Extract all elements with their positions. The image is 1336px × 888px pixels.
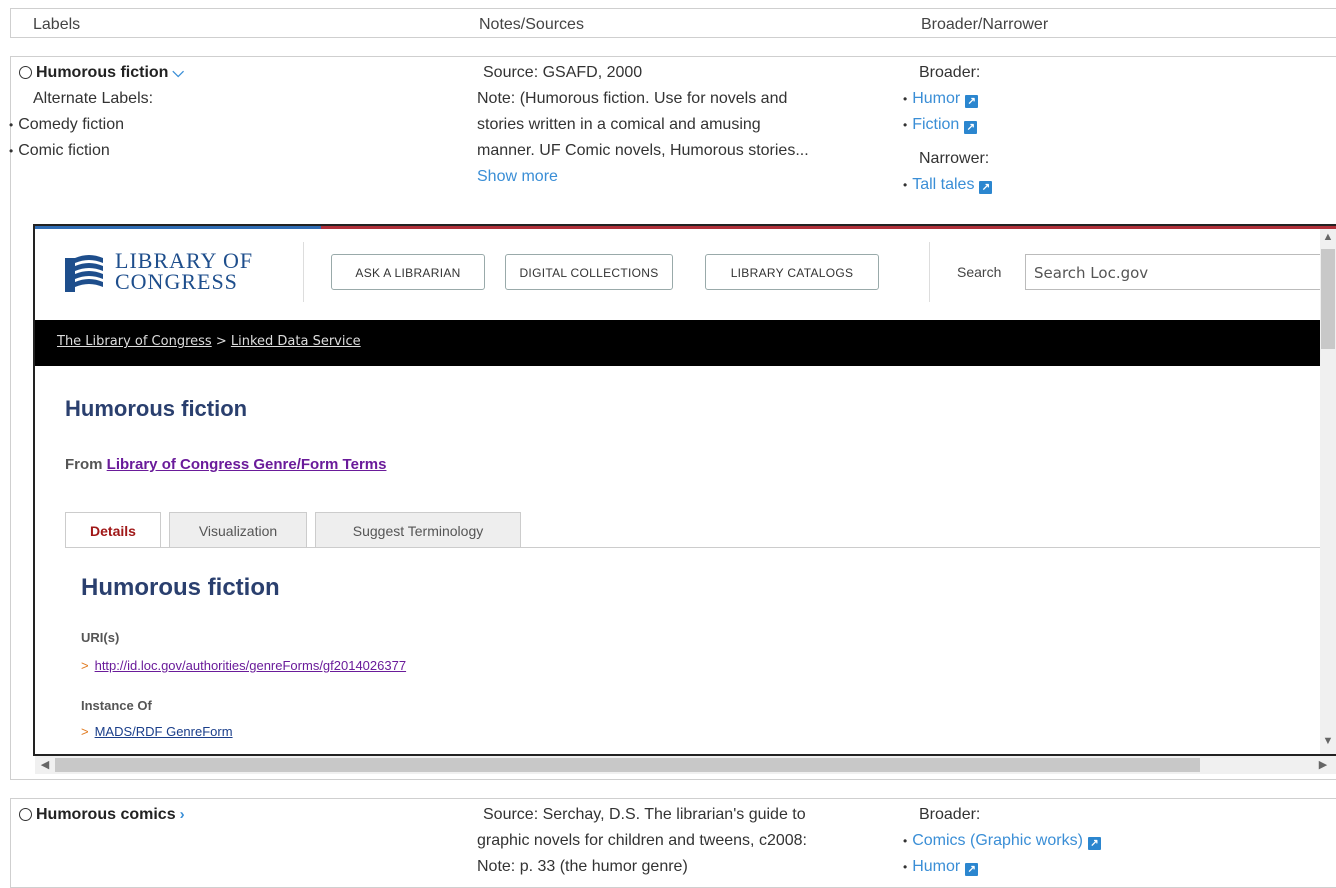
note-line: Note: p. 33 (the humor genre) [477,858,688,875]
term-label: Humorous comics [36,806,176,823]
external-link-icon[interactable]: ↗ [964,121,978,134]
external-link-icon[interactable]: ↗ [965,863,979,876]
horizontal-scrollbar[interactable]: ◀ ▶ [35,756,1336,774]
instance-of-link[interactable]: MADS/RDF GenreForm [95,724,233,739]
breadcrumb-loc-link[interactable]: The Library of Congress [57,334,212,349]
broader-item[interactable]: Fiction↗ [903,112,992,138]
narrower-item[interactable]: Tall tales↗ [903,172,993,198]
broader-item[interactable]: Humor↗ [903,854,1101,880]
scroll-up-icon[interactable]: ▲ [1320,231,1336,243]
note-line: stories written in a comical and amusing [477,116,761,133]
scroll-left-icon[interactable]: ◀ [37,758,53,771]
horizontal-scroll-thumb[interactable] [55,758,1200,772]
header-notes-sources: Notes/Sources [479,16,584,33]
source-text: graphic novels for children and tweens, … [477,832,807,849]
chevron-down-icon[interactable]: ⌵ [172,64,183,81]
header-labels: Labels [33,16,81,33]
alternate-label: Comedy fiction [9,112,184,138]
results-header-row: Labels Notes/Sources Broader/Narrower [10,8,1336,38]
broader-narrower-cell: Broader: Comics (Graphic works)↗ Humor↗ [903,802,1101,880]
result-row-humorous-comics: Humorous comics › Source: Serchay, D.S. T… [10,798,1336,888]
top-color-stripe [35,226,1336,229]
vertical-scroll-thumb[interactable] [1321,249,1335,349]
from-line: From Library of Congress Genre/Form Term… [65,456,387,473]
tab-details[interactable]: Details [65,512,161,548]
instance-of-label: Instance Of [81,698,152,713]
external-link-icon[interactable]: ↗ [1087,837,1101,850]
labels-cell: Humorous comics › [19,802,185,828]
vertical-scrollbar[interactable]: ▲ ▼ [1320,229,1336,754]
logo-text: LIBRARY OF CONGRESS [115,248,254,294]
section-title: Humorous fiction [81,574,280,601]
flag-logo-icon [65,255,103,292]
page-title: Humorous fiction [65,396,248,421]
broader-narrower-cell: Broader: Humor↗ Fiction↗ Narrower: Tall … [903,60,993,198]
breadcrumb-linked-data-link[interactable]: Linked Data Service [231,334,361,349]
scroll-down-icon[interactable]: ▼ [1320,735,1336,747]
chevron-right-icon: > [81,658,89,673]
select-radio[interactable] [19,808,32,821]
search-input[interactable]: Search Loc.gov [1025,254,1325,290]
instance-of-value: > MADS/RDF GenreForm [81,724,233,739]
header-broader-narrower: Broader/Narrower [921,16,1049,33]
divider [929,242,930,302]
alternate-label: Comic fiction [9,138,184,164]
external-link-icon[interactable]: ↗ [965,95,979,108]
ask-a-librarian-button[interactable]: ASK A LIBRARIAN [331,254,485,290]
narrower-heading: Narrower: [919,150,990,167]
digital-collections-button[interactable]: DIGITAL COLLECTIONS [505,254,673,290]
broader-heading: Broader: [919,806,981,823]
external-link-icon[interactable]: ↗ [979,181,993,194]
breadcrumb-bar: The Library of Congress > Linked Data Se… [35,320,1320,366]
genre-form-terms-link[interactable]: Library of Congress Genre/Form Terms [107,456,387,473]
tab-visualization[interactable]: Visualization [169,512,307,548]
uri-value: > http://id.loc.gov/authorities/genreForm… [81,658,406,673]
notes-cell: Source: Serchay, D.S. The librarian's gu… [477,802,807,880]
broader-heading: Broader: [919,64,981,81]
uri-link[interactable]: http://id.loc.gov/authorities/genreForms… [95,658,406,673]
tab-suggest-terminology[interactable]: Suggest Terminology [315,512,521,548]
uri-label: URI(s) [81,630,120,645]
chevron-right-icon[interactable]: › [180,806,185,823]
embedded-loc-page[interactable]: LIBRARY OF CONGRESS ASK A LIBRARIAN DIGI… [33,224,1336,756]
show-more-link[interactable]: Show more [477,164,809,190]
library-catalogs-button[interactable]: LIBRARY CATALOGS [705,254,879,290]
term-label: Humorous fiction [36,64,169,81]
broader-item[interactable]: Humor↗ [903,86,992,112]
select-radio[interactable] [19,66,32,79]
breadcrumb: The Library of Congress > Linked Data Se… [57,334,361,349]
source-text: Source: Serchay, D.S. The librarian's gu… [483,806,806,823]
source-text: Source: GSAFD, 2000 [483,64,643,81]
broader-item[interactable]: Comics (Graphic works)↗ [903,828,1101,854]
tab-underline [65,547,1320,548]
notes-cell: Source: GSAFD, 2000 Note: (Humorous fict… [477,60,809,190]
alternate-labels-heading: Alternate Labels: [33,90,154,107]
labels-cell: Humorous fiction⌵ Alternate Labels: Come… [18,60,184,164]
note-line: manner. UF Comic novels, Humorous storie… [477,142,809,159]
scroll-right-icon[interactable]: ▶ [1315,758,1331,771]
divider [303,242,304,302]
search-label: Search [957,264,1002,280]
chevron-right-icon: > [81,724,89,739]
note-line: Note: (Humorous fiction. Use for novels … [477,90,788,107]
